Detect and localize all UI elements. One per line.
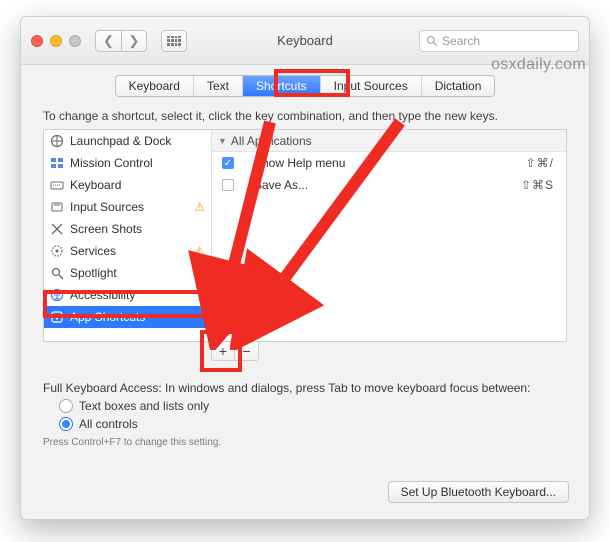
nav-buttons: ❮ ❯ xyxy=(95,30,147,52)
shortcuts-pane: Launchpad & DockMission ControlKeyboardI… xyxy=(43,129,567,342)
footer: Full Keyboard Access: In windows and dia… xyxy=(43,381,567,448)
minimize-icon[interactable] xyxy=(50,35,62,47)
zoom-icon xyxy=(69,35,81,47)
category-launchpad-dock[interactable]: Launchpad & Dock xyxy=(44,130,211,152)
system-preferences-window: ❮ ❯ Keyboard Search KeyboardTextShortcut… xyxy=(20,16,590,520)
warning-icon: ⚠︎ xyxy=(194,244,205,258)
search-input[interactable]: Search xyxy=(419,30,579,52)
full-keyboard-access-label: Full Keyboard Access: In windows and dia… xyxy=(43,381,567,395)
category-app-shortcuts[interactable]: App Shortcuts xyxy=(44,306,211,328)
shortcut-name: Save As... xyxy=(244,178,511,192)
tab-text[interactable]: Text xyxy=(194,76,243,96)
tab-input-sources[interactable]: Input Sources xyxy=(321,76,422,96)
search-icon xyxy=(426,35,438,47)
disclosure-triangle-icon[interactable]: ▼ xyxy=(218,136,227,146)
mission-icon xyxy=(50,156,64,170)
category-spotlight[interactable]: Spotlight xyxy=(44,262,211,284)
add-button[interactable]: + xyxy=(211,341,235,361)
tabs-segmented-control: KeyboardTextShortcutsInput SourcesDictat… xyxy=(115,75,496,97)
tab-shortcuts[interactable]: Shortcuts xyxy=(243,76,321,96)
forward-button[interactable]: ❯ xyxy=(121,30,147,52)
enable-checkbox[interactable]: ✓ xyxy=(222,157,234,169)
group-header-row[interactable]: ▼ All Applications xyxy=(212,130,566,152)
category-input-sources[interactable]: Input Sources⚠︎ xyxy=(44,196,211,218)
input-icon xyxy=(50,200,64,214)
add-remove-bar: + − xyxy=(211,341,567,361)
warning-icon: ⚠︎ xyxy=(194,200,205,214)
instruction-text: To change a shortcut, select it, click t… xyxy=(43,109,567,123)
app-icon xyxy=(50,310,64,324)
screenshot-icon xyxy=(50,222,64,236)
accessibility-icon xyxy=(50,288,64,302)
back-button[interactable]: ❮ xyxy=(95,30,121,52)
group-header-label: All Applications xyxy=(231,134,312,148)
category-list[interactable]: Launchpad & DockMission ControlKeyboardI… xyxy=(44,130,212,341)
category-keyboard[interactable]: Keyboard xyxy=(44,174,211,196)
radio-all-controls[interactable]: All controls xyxy=(59,417,567,431)
footer-subhint: Press Control+F7 to change this setting. xyxy=(43,437,567,448)
content-area: KeyboardTextShortcutsInput SourcesDictat… xyxy=(21,65,589,462)
shortcut-row[interactable]: Save As... ⇧⌘S xyxy=(212,174,566,196)
keyboard-icon xyxy=(50,178,64,192)
traffic-lights xyxy=(31,35,81,47)
radio-text-boxes[interactable]: Text boxes and lists only xyxy=(59,399,567,413)
category-screen-shots[interactable]: Screen Shots xyxy=(44,218,211,240)
shortcut-row[interactable]: ✓ Show Help menu ⇧⌘/ xyxy=(212,152,566,174)
tab-dictation[interactable]: Dictation xyxy=(422,76,495,96)
close-icon[interactable] xyxy=(31,35,43,47)
shortcut-keys[interactable]: ⇧⌘S xyxy=(521,178,554,192)
shortcut-keys[interactable]: ⇧⌘/ xyxy=(526,156,554,170)
show-all-button[interactable] xyxy=(161,30,187,52)
tab-keyboard[interactable]: Keyboard xyxy=(116,76,194,96)
shortcut-detail: ▼ All Applications ✓ Show Help menu ⇧⌘/ Sav… xyxy=(212,130,566,341)
services-icon xyxy=(50,244,64,258)
setup-bluetooth-button[interactable]: Set Up Bluetooth Keyboard... xyxy=(388,481,569,503)
category-accessibility[interactable]: Accessibility xyxy=(44,284,211,306)
shortcut-name: Show Help menu xyxy=(244,156,516,170)
launchpad-icon xyxy=(50,134,64,148)
category-services[interactable]: Services⚠︎ xyxy=(44,240,211,262)
titlebar: ❮ ❯ Keyboard Search xyxy=(21,17,589,65)
enable-checkbox[interactable] xyxy=(222,179,234,191)
category-mission-control[interactable]: Mission Control xyxy=(44,152,211,174)
remove-button[interactable]: − xyxy=(235,341,259,361)
spotlight-icon xyxy=(50,266,64,280)
